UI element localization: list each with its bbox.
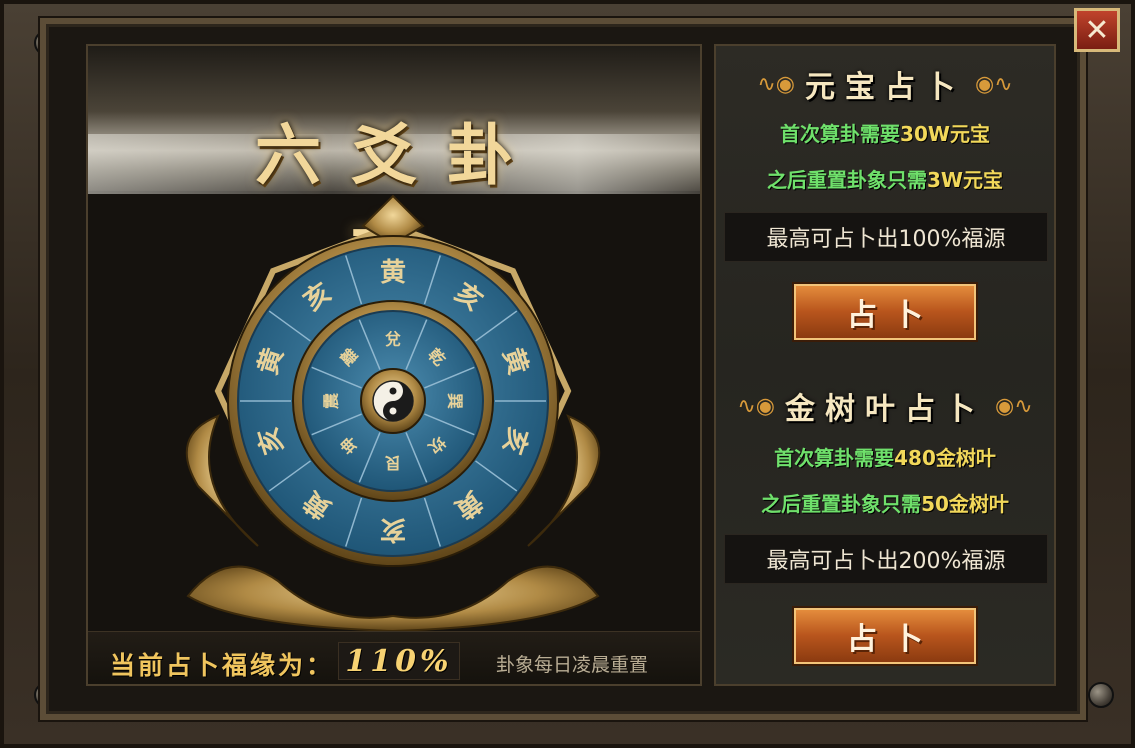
yuanbao-section-title: 元宝占卜 bbox=[805, 70, 965, 105]
close-button[interactable]: ✕ bbox=[1074, 8, 1120, 52]
yuanbao-reset-cost: 之后重置卦象只需3W元宝 bbox=[716, 164, 1054, 193]
divination-wheel-panel: 六爻卦文 bbox=[86, 44, 702, 686]
leaf-first-cost: 首次算卦需要480金树叶 bbox=[716, 442, 1054, 471]
leaf-reset-cost: 之后重置卦象只需50金树叶 bbox=[716, 488, 1054, 517]
yuanbao-section-header: ∿◉ 元宝占卜 ◉∿ bbox=[716, 64, 1054, 105]
rivet-icon bbox=[1088, 682, 1114, 708]
leaf-reset-cost-value: 50金树叶 bbox=[921, 492, 1009, 516]
swirl-left-icon: ∿◉ bbox=[757, 71, 795, 97]
leaf-first-cost-value: 480金树叶 bbox=[894, 446, 996, 470]
swirl-right-icon: ◉∿ bbox=[995, 393, 1033, 419]
leaf-max-fortune: 最高可占卜出200%福源 bbox=[724, 534, 1048, 584]
leaf-section-header: ∿◉ 金树叶占卜 ◉∿ bbox=[716, 386, 1054, 427]
swirl-left-icon: ∿◉ bbox=[737, 393, 775, 419]
wheel-base-ornament bbox=[186, 565, 600, 633]
inner-ring-label: 艮 bbox=[384, 454, 401, 473]
divination-wheel: 黄亥黄亥黄亥黄亥黄亥 兌乾巽坎艮坤震離 bbox=[148, 186, 638, 640]
yuanbao-reset-cost-value: 3W元宝 bbox=[927, 168, 1003, 192]
leaf-reset-cost-label: 之后重置卦象只需 bbox=[761, 492, 922, 516]
yuanbao-first-cost-value: 30W元宝 bbox=[900, 122, 990, 146]
leaf-section-title: 金树叶占卜 bbox=[785, 392, 985, 427]
fortune-value: 110% bbox=[338, 642, 460, 680]
fortune-label: 当前占卜福缘为： bbox=[110, 651, 335, 680]
taiji-icon bbox=[372, 380, 414, 422]
inner-ring-label: 震 bbox=[322, 392, 341, 410]
reset-note: 卦象每日凌晨重置 bbox=[496, 654, 649, 676]
yuanbao-reset-cost-label: 之后重置卦象只需 bbox=[767, 168, 927, 192]
status-bar: 当前占卜福缘为： 110% 卦象每日凌晨重置 bbox=[88, 631, 700, 684]
yuanbao-max-fortune: 最高可占卜出100%福源 bbox=[724, 212, 1048, 262]
yuanbao-first-cost: 首次算卦需要30W元宝 bbox=[716, 118, 1054, 147]
yuanbao-divine-button[interactable]: 占卜 bbox=[792, 282, 978, 342]
outer-ring-label: 亥 bbox=[380, 514, 406, 545]
inner-ring-label: 巽 bbox=[446, 393, 465, 409]
wheel-graphic: 黄亥黄亥黄亥黄亥黄亥 兌乾巽坎艮坤震離 bbox=[185, 194, 601, 633]
swirl-right-icon: ◉∿ bbox=[975, 71, 1013, 97]
leaf-divine-button[interactable]: 占卜 bbox=[792, 606, 978, 666]
leaf-first-cost-label: 首次算卦需要 bbox=[774, 446, 895, 470]
outer-ring-label: 黄 bbox=[380, 258, 406, 288]
divination-options-panel: ∿◉ 元宝占卜 ◉∿ 首次算卦需要30W元宝 之后重置卦象只需3W元宝 最高可占… bbox=[714, 44, 1056, 686]
inner-ring-label: 兌 bbox=[385, 330, 401, 349]
yuanbao-first-cost-label: 首次算卦需要 bbox=[780, 122, 901, 146]
